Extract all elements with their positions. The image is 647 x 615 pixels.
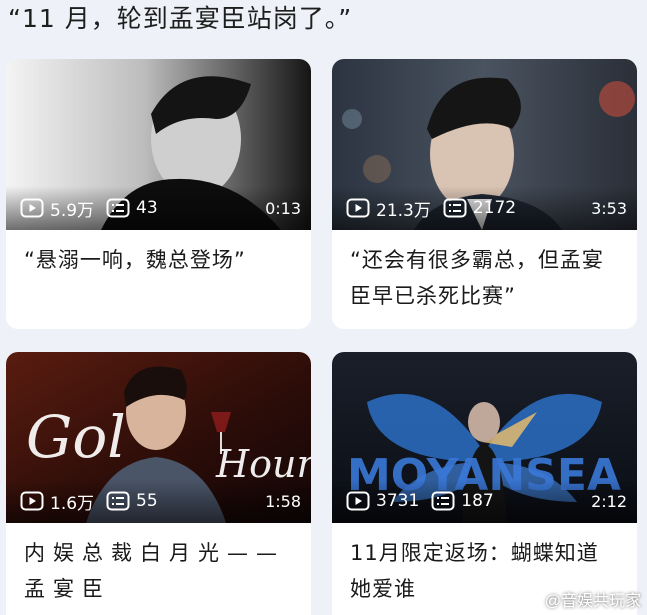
watermark-text: @音娱共玩家 [544,593,641,610]
video-stats-bar: 21.3万 2172 3:53 [332,186,637,230]
video-duration: 3:53 [591,198,627,218]
video-card-2[interactable]: 21.3万 2172 3:53 “还会有很多霸总，但孟宴臣早已杀死比赛” [332,59,637,329]
video-feed-screen: “11 月，轮到孟宴臣站岗了。” 5.9万 43 0:13 “悬溺一响，魏总登场… [0,0,647,615]
video-duration: 2:12 [591,491,627,511]
view-count: 1.6万 [50,493,95,514]
view-count: 3731 [376,491,420,511]
comment-count: 43 [136,198,158,218]
video-stats-bar: 5.9万 43 0:13 [6,186,311,230]
weibo-logo-icon [520,592,540,607]
comment-list-icon [106,198,130,218]
video-thumbnail[interactable]: Gol Hour 1.6万 55 1:58 [6,352,311,523]
video-card-3[interactable]: Gol Hour 1.6万 55 1:58 内娱总裁白月光——孟宴臣 [6,352,311,615]
play-icon [346,198,370,218]
video-thumbnail[interactable]: 21.3万 2172 3:53 [332,59,637,230]
comment-list-icon [443,198,467,218]
comment-count: 2172 [472,198,517,218]
play-icon [20,198,44,218]
view-count: 5.9万 [50,200,95,221]
header-caption: “11 月，轮到孟宴臣站岗了。” [8,4,353,33]
video-duration: 1:58 [265,491,301,511]
video-title[interactable]: “悬溺一响，魏总登场” [6,230,311,278]
video-stats-bar: 1.6万 55 1:58 [6,479,311,523]
video-card-4[interactable]: MOYANSEA 3731 187 2:12 11月限定返场：蝴蝶知道她爱谁 [332,352,637,615]
comment-count: 187 [461,491,494,511]
play-icon [346,491,370,511]
video-title[interactable]: 内娱总裁白月光——孟宴臣 [6,523,311,607]
video-title[interactable]: “还会有很多霸总，但孟宴臣早已杀死比赛” [332,230,637,314]
play-icon [20,491,44,511]
watermark: @音娱共玩家 [520,587,641,611]
video-thumbnail[interactable]: 5.9万 43 0:13 [6,59,311,230]
video-stats-bar: 3731 187 2:12 [332,479,637,523]
overlay-title-left: Gol [26,403,126,471]
video-card-1[interactable]: 5.9万 43 0:13 “悬溺一响，魏总登场” [6,59,311,329]
video-thumbnail[interactable]: MOYANSEA 3731 187 2:12 [332,352,637,523]
comment-list-icon [431,491,455,511]
comment-count: 55 [136,491,158,511]
view-count: 21.3万 [376,200,431,221]
comment-list-icon [106,491,130,511]
video-duration: 0:13 [265,198,301,218]
